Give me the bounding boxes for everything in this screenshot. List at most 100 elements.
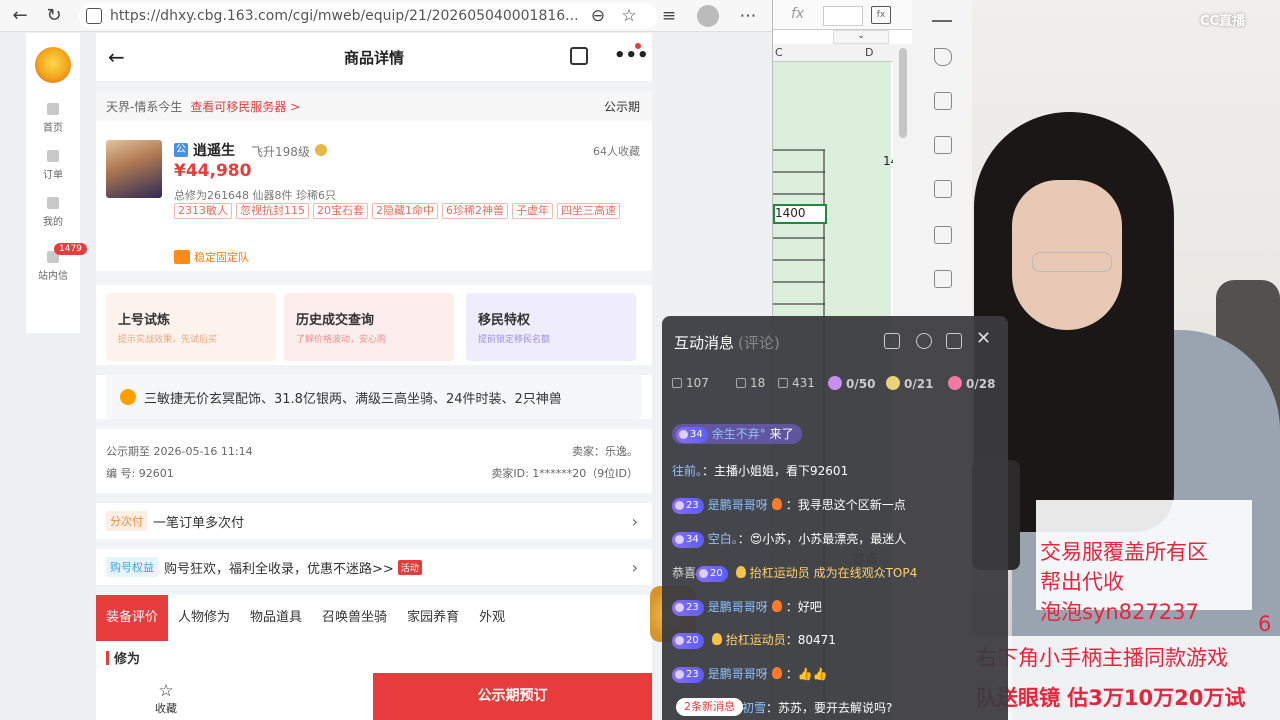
fx-label: fx — [791, 6, 805, 22]
col-header-c[interactable]: C — [775, 46, 783, 59]
user-icon — [736, 378, 746, 388]
highlight-inner: 三敏捷无价玄冥配饰、31.8亿银两、满级三高坐骑、24件时装、2只神兽 — [106, 375, 642, 419]
chat-username[interactable]: 是鹏哥哥呀 — [708, 498, 768, 512]
tab-cultivation[interactable]: 人物修为 — [168, 595, 240, 641]
more-dots-icon[interactable]: ••• — [614, 45, 649, 66]
team-tag: 稳定固定队 — [174, 249, 249, 265]
feature-history[interactable]: 历史成交查询 了解价格波动，安心购 — [284, 293, 454, 361]
crop-icon[interactable] — [934, 136, 952, 154]
level-badge: 23 — [672, 667, 704, 683]
gift-goal-2: 0/21 — [886, 376, 933, 391]
character-avatar[interactable] — [106, 140, 162, 198]
ad-line: 泡泡syn827237 — [1040, 600, 1199, 624]
fire-icon — [771, 498, 782, 510]
order-icon — [47, 150, 59, 162]
scroll-thumb[interactable] — [899, 48, 907, 138]
tag: 忽视抗封115 — [236, 203, 309, 219]
tab-items[interactable]: 物品道具 — [240, 595, 312, 641]
more-icon[interactable]: ⋯ — [736, 4, 760, 28]
chat-title-sub[interactable]: (评论) — [738, 334, 780, 352]
lock-icon[interactable] — [884, 333, 900, 349]
rail-item-messages[interactable]: 站内信 — [26, 251, 80, 282]
feature-title: 移民特权 — [478, 313, 531, 328]
benefit-text: 购号狂欢，福利全收录，优惠不迷路>> — [164, 561, 394, 577]
seller-name: 卖家：乐逸。 — [572, 445, 638, 458]
chat-username[interactable]: 余生不弃° — [712, 427, 766, 441]
settings-sliders-icon[interactable] — [934, 92, 952, 110]
col-header-d[interactable]: D — [865, 46, 873, 59]
favorites-icon[interactable]: ≡ — [657, 4, 681, 28]
ad-line: 队送眼镜 估3万10万20万试 — [976, 686, 1246, 710]
fire-icon — [771, 600, 782, 612]
chat-message: 34 余生不弃° 来了 — [672, 424, 802, 444]
rail-item-home[interactable]: 首页 — [26, 103, 80, 134]
chat-username[interactable]: 是鹏哥哥呀 — [708, 667, 768, 681]
tab-home[interactable]: 家园养育 — [397, 595, 469, 641]
expand-icon[interactable] — [946, 333, 962, 349]
messages-stat: 431 — [778, 376, 815, 390]
chat-icon — [778, 378, 788, 388]
level-badge: 34 — [672, 532, 704, 548]
minimize-icon[interactable] — [932, 20, 952, 22]
favorite-button[interactable]: ☆ 收藏 — [96, 673, 236, 720]
collapse-toggle[interactable]: ⌄ — [833, 30, 889, 44]
rail-item-mine[interactable]: 我的 — [26, 197, 80, 228]
chevron-right-icon: › — [631, 511, 638, 531]
gift-icon — [828, 376, 842, 390]
chat-username[interactable]: 抬杠运动员 — [750, 566, 810, 580]
feature-migrate[interactable]: 移民特权 提前锁定移民名额 — [466, 293, 636, 361]
formula-input[interactable] — [823, 6, 863, 26]
address-bar[interactable]: https://dhxy.cbg.163.com/cgi/mweb/equip/… — [78, 2, 658, 29]
chat-text: ：80471 — [785, 633, 836, 647]
share-icon[interactable] — [570, 47, 588, 65]
tab-pets-mounts[interactable]: 召唤兽坐骑 — [312, 595, 397, 641]
likes-stat: 107 — [672, 376, 709, 390]
tab-equipment-eval[interactable]: 装备评价 — [96, 595, 169, 641]
chat-username[interactable]: 初雪 — [742, 701, 766, 715]
ad-line: 6 — [1258, 612, 1272, 636]
congrats-prefix: 恭喜 — [672, 566, 697, 580]
meta-info: 公示期至 2026-05-16 11:14 卖家：乐逸。 编 号: 92601 … — [96, 429, 652, 493]
gift-icon — [886, 376, 900, 390]
chat-username[interactable]: 抬杠运动员 — [726, 633, 786, 647]
installment-row[interactable]: 分次付 一笔订单多次付 › — [96, 503, 652, 539]
reload-icon[interactable]: ↻ — [40, 2, 68, 30]
back-arrow-icon[interactable]: ← — [6, 2, 34, 30]
back-arrow-icon[interactable]: ← — [108, 45, 125, 69]
tag: 四坐三高速 — [557, 203, 620, 219]
zoom-out-icon[interactable]: ⊖ — [586, 4, 610, 28]
insert-function-icon[interactable]: fx — [871, 6, 891, 24]
info-icon[interactable] — [315, 144, 327, 156]
section-title-text: 修为 — [114, 651, 141, 667]
book-icon[interactable] — [934, 270, 952, 288]
chat-text: 来了 — [769, 427, 794, 441]
tools-icon[interactable] — [934, 180, 952, 198]
feature-trial[interactable]: 上号试炼 提示实战效果，先试后买 — [106, 293, 276, 361]
profile-icon[interactable] — [697, 5, 719, 27]
cursor-icon[interactable] — [934, 48, 952, 66]
benefit-row[interactable]: 购号权益 购号狂欢，福利全收录，优惠不迷路>> 活动 › — [96, 549, 652, 585]
tab-appearance[interactable]: 外观 — [469, 595, 515, 641]
chat-username[interactable]: 往前。 — [672, 464, 702, 478]
chat-title: 互动消息 (评论) — [674, 332, 780, 353]
level-badge: 20 — [696, 566, 728, 582]
site-logo-icon[interactable] — [35, 47, 71, 83]
level-badge: 20 — [672, 633, 704, 649]
gear-icon[interactable] — [916, 333, 932, 349]
reserve-button[interactable]: 公示期预订 — [373, 673, 652, 720]
migrate-server-link[interactable]: 查看可移民服务器 > — [190, 98, 300, 115]
chat-username[interactable]: 是鹏哥哥呀 — [708, 600, 768, 614]
chat-username[interactable]: 空白。 — [708, 532, 738, 546]
chat-message: 34 空白。：😍小苏，小苏最漂亮，最迷人 — [672, 529, 906, 549]
character-name: 逍遥生 — [193, 143, 235, 159]
chat-panel: 互动消息 (评论) ✕ 107 18 431 0/50 0/21 0/28 34 余… — [662, 316, 1008, 720]
new-messages-button[interactable]: 2条新消息 — [676, 698, 743, 716]
installment-text: 一笔订单多次付 — [153, 515, 245, 531]
star-icon[interactable]: ☆ — [617, 4, 641, 28]
rail-item-orders[interactable]: 订单 — [26, 150, 80, 181]
close-icon[interactable]: ✕ — [976, 328, 991, 349]
notification-dot — [635, 43, 641, 49]
image-icon[interactable] — [934, 226, 952, 244]
chat-message: 23 是鹏哥哥呀 ：好吧 — [672, 597, 822, 617]
cc-live-logo: CC直播 — [1200, 14, 1246, 29]
